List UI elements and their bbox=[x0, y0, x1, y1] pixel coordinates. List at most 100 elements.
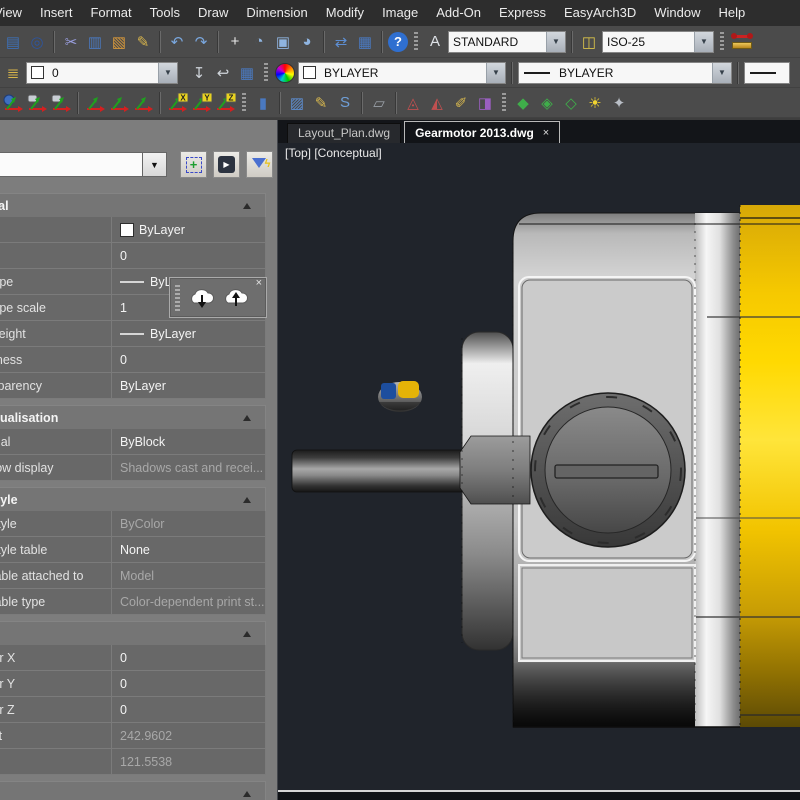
section-header-view[interactable]: View bbox=[0, 621, 266, 645]
printer-icon[interactable]: ▤ bbox=[2, 31, 24, 53]
section-header-general[interactable]: General bbox=[0, 193, 266, 217]
ucs-3point-icon[interactable] bbox=[132, 92, 154, 114]
section-header-3d-visualisation[interactable]: 3D Visualisation bbox=[0, 405, 266, 429]
menu-item-easyarch3d[interactable]: EasyArch3D bbox=[555, 0, 645, 26]
toolbar-grip[interactable] bbox=[414, 32, 418, 52]
dim-style-icon[interactable]: ◫ bbox=[578, 31, 600, 53]
document-tab-2[interactable]: Gearmotor 2013.dwg× bbox=[404, 121, 560, 143]
layers-icon[interactable]: ≣ bbox=[2, 62, 24, 84]
edit-polyline-icon[interactable]: ✎ bbox=[310, 92, 332, 114]
ucs-origin-icon[interactable] bbox=[84, 92, 106, 114]
render-settings-icon[interactable]: ◈ bbox=[536, 92, 558, 114]
menu-item-add-on[interactable]: Add-On bbox=[427, 0, 490, 26]
render-region-icon[interactable]: ◇ bbox=[560, 92, 582, 114]
property-value[interactable]: 0 bbox=[112, 671, 265, 696]
property-value[interactable]: 0 bbox=[112, 347, 265, 372]
collapse-arrow-icon[interactable] bbox=[243, 791, 251, 797]
menu-item-format[interactable]: Format bbox=[81, 0, 140, 26]
layer-states-icon[interactable]: ↧ bbox=[188, 62, 210, 84]
dimension-toolbar-icons[interactable] bbox=[730, 30, 754, 54]
select-objects-button[interactable]: ▶ bbox=[213, 151, 240, 178]
floating-mini-toolbar[interactable]: × bbox=[169, 277, 267, 318]
quick-select-button[interactable]: ϟ bbox=[246, 151, 273, 178]
selection-combo-arrow[interactable]: ▼ bbox=[143, 152, 167, 177]
cut-icon[interactable]: ✂ bbox=[60, 31, 82, 53]
property-value[interactable]: ByLayer bbox=[112, 321, 265, 346]
copy-icon[interactable]: ▥ bbox=[84, 31, 106, 53]
ucs-world-icon[interactable] bbox=[2, 92, 24, 114]
section-header-misc[interactable]: Misc bbox=[0, 781, 266, 800]
chevron-down-icon[interactable]: ▼ bbox=[712, 63, 731, 83]
chevron-down-icon[interactable]: ▼ bbox=[158, 63, 177, 83]
collapse-arrow-icon[interactable] bbox=[243, 497, 251, 503]
menu-item-window[interactable]: Window bbox=[645, 0, 709, 26]
quick-calc-icon[interactable]: ▦ bbox=[354, 31, 376, 53]
linetype-combo[interactable]: BYLAYER▼ bbox=[518, 62, 732, 84]
menu-item-express[interactable]: Express bbox=[490, 0, 555, 26]
zoom-window-icon[interactable]: ▣ bbox=[272, 31, 294, 53]
property-value[interactable]: 0 bbox=[112, 697, 265, 722]
property-value[interactable]: ByColor bbox=[112, 511, 265, 536]
zoom-previous-icon[interactable]: ◕ bbox=[296, 31, 318, 53]
match-properties-icon[interactable]: ⇄ bbox=[330, 31, 352, 53]
layer-combo[interactable]: 0▼ bbox=[26, 62, 178, 84]
edit-hatch-icon[interactable]: ◬ bbox=[402, 92, 424, 114]
pickadd-toggle-button[interactable]: + bbox=[180, 151, 207, 178]
chevron-down-icon[interactable]: ▼ bbox=[486, 63, 505, 83]
document-tab-1[interactable]: Layout_Plan.dwg bbox=[287, 123, 401, 143]
model-viewport[interactable]: [Top] [Conceptual] bbox=[278, 143, 800, 790]
paste-icon[interactable]: ▧ bbox=[108, 31, 130, 53]
toolbar-grip[interactable] bbox=[175, 285, 180, 311]
property-value[interactable]: Shadows cast and recei... bbox=[112, 455, 265, 480]
plot-preview-icon[interactable]: ◎ bbox=[26, 31, 48, 53]
edit-text-icon[interactable]: ✐ bbox=[450, 92, 472, 114]
publish-cloud-download-icon[interactable] bbox=[185, 284, 219, 312]
text-style-combo[interactable]: STANDARD▼ bbox=[448, 31, 566, 53]
format-painter-icon[interactable]: ✎ bbox=[132, 31, 154, 53]
section-header-plot-style[interactable]: Plot style bbox=[0, 487, 266, 511]
toolbar-grip[interactable] bbox=[264, 63, 268, 83]
chevron-down-icon[interactable]: ▼ bbox=[694, 32, 713, 52]
collapse-arrow-icon[interactable] bbox=[243, 203, 251, 209]
layer-properties-icon[interactable]: ▦ bbox=[236, 62, 258, 84]
property-value[interactable]: 242.9602 bbox=[112, 723, 265, 748]
ucs-z-icon[interactable]: Z bbox=[214, 92, 236, 114]
close-icon[interactable]: × bbox=[543, 123, 549, 143]
pan-icon[interactable]: + bbox=[224, 31, 246, 53]
menu-item-view[interactable]: View bbox=[0, 0, 31, 26]
named-views-icon[interactable]: ▮ bbox=[252, 92, 274, 114]
ucs-x-icon[interactable]: X bbox=[166, 92, 188, 114]
collapse-arrow-icon[interactable] bbox=[243, 631, 251, 637]
selection-type-combo[interactable]: No selection bbox=[0, 152, 143, 177]
viewport-controls-label[interactable]: [Top] [Conceptual] bbox=[285, 146, 382, 160]
ucs-y-icon[interactable]: Y bbox=[190, 92, 212, 114]
collapse-arrow-icon[interactable] bbox=[243, 415, 251, 421]
redo-icon[interactable]: ↷ bbox=[190, 31, 212, 53]
toolbar-grip[interactable] bbox=[502, 93, 506, 113]
menu-item-help[interactable]: Help bbox=[709, 0, 754, 26]
toolbar-grip[interactable] bbox=[720, 32, 724, 52]
property-value[interactable]: ByLayer bbox=[112, 373, 265, 398]
edit-spline-icon[interactable]: S bbox=[334, 92, 356, 114]
lineweight-combo[interactable] bbox=[744, 62, 790, 84]
menu-item-insert[interactable]: Insert bbox=[31, 0, 82, 26]
property-value[interactable]: 0 bbox=[112, 645, 265, 670]
property-value[interactable]: Color-dependent print st... bbox=[112, 589, 265, 614]
ucs-zaxis-icon[interactable] bbox=[108, 92, 130, 114]
publish-cloud-upload-icon[interactable] bbox=[219, 284, 253, 312]
block-save-icon[interactable]: ◨ bbox=[474, 92, 496, 114]
color-combo[interactable]: BYLAYER▼ bbox=[298, 62, 506, 84]
property-value[interactable]: 0 bbox=[112, 243, 265, 268]
close-icon[interactable]: × bbox=[256, 278, 262, 289]
dim-style-combo[interactable]: ISO-25▼ bbox=[602, 31, 714, 53]
menu-item-dimension[interactable]: Dimension bbox=[237, 0, 316, 26]
property-value[interactable]: 121.5538 bbox=[112, 749, 265, 774]
menu-item-modify[interactable]: Modify bbox=[317, 0, 373, 26]
group-icon[interactable]: ▱ bbox=[368, 92, 390, 114]
hatch-icon[interactable]: ▨ bbox=[286, 92, 308, 114]
text-style-icon[interactable]: A bbox=[424, 31, 446, 53]
ucs-object-icon[interactable] bbox=[26, 92, 48, 114]
menu-item-image[interactable]: Image bbox=[373, 0, 427, 26]
property-value[interactable]: ByLayer bbox=[112, 217, 265, 242]
property-value[interactable]: ByBlock bbox=[112, 429, 265, 454]
